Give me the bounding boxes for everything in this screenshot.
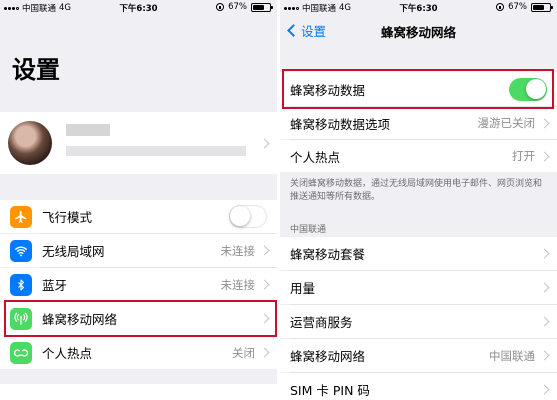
settings-row-value: 未连接	[220, 243, 256, 258]
bluetooth-icon	[10, 273, 32, 296]
rotation-lock-icon	[216, 3, 225, 11]
page-title: 设置	[12, 56, 60, 84]
airplane-mode-toggle[interactable]	[229, 205, 267, 228]
carrier-section-header: 中国联通	[290, 225, 327, 235]
status-bar: 中国联通 4G 下午6:30 67%	[0, 0, 277, 16]
cellular-icon	[10, 307, 32, 330]
chevron-right-icon	[539, 282, 550, 293]
battery-icon	[251, 2, 273, 12]
chevron-right-icon	[539, 316, 550, 327]
row-label: 蜂窝移动网络	[290, 349, 366, 364]
avatar	[8, 121, 52, 165]
chevron-right-icon	[259, 138, 270, 148]
settings-row-value: 未连接	[220, 277, 256, 292]
carrier-services-row[interactable]: 运营商服务	[280, 305, 557, 338]
sim-pin-row[interactable]: SIM 卡 PIN 码	[280, 373, 557, 400]
row-label: 运营商服务	[290, 315, 353, 330]
profile-name-blurred	[66, 124, 110, 136]
chevron-right-icon	[539, 248, 550, 259]
cellular-data-options-row[interactable]: 蜂窝移动数据选项 漫游已关闭	[280, 107, 557, 139]
navigation-bar: 设置 蜂窝移动网络	[280, 16, 557, 44]
cellular-screen: 中国联通 4G 下午6:30 67% 设置 蜂窝移动网络 蜂窝移动数据 蜂窝移动…	[280, 0, 557, 400]
chevron-right-icon	[539, 118, 550, 128]
row-label: 蜂窝移动数据选项	[290, 116, 391, 132]
chevron-right-icon	[539, 151, 550, 161]
wifi-icon	[10, 239, 32, 262]
row-label: 用量	[290, 281, 316, 296]
apple-id-profile-row[interactable]	[0, 112, 277, 174]
cellular-data-toggle[interactable]	[509, 77, 547, 101]
cellular-plan-row[interactable]: 蜂窝移动套餐	[280, 237, 557, 270]
row-label: 蜂窝移动套餐	[290, 247, 366, 262]
row-label: 蜂窝移动数据	[290, 82, 366, 98]
battery-icon	[531, 2, 553, 12]
personal-hotspot-row[interactable]: 个人热点 打开	[280, 140, 557, 172]
settings-screen: 中国联通 4G 下午6:30 67% 设置 飞行模式 无线局域网 未连接 蓝牙 …	[0, 0, 277, 400]
row-label: 个人热点	[290, 149, 341, 165]
settings-row-label: 个人热点	[42, 346, 93, 361]
airplane-icon	[10, 205, 32, 228]
row-value: 漫游已关闭	[477, 116, 536, 130]
settings-row-label: 无线局域网	[42, 244, 105, 259]
cellular-data-footnote: 关闭蜂窝移动数据，通过无线局域网使用电子邮件、网页浏览和推送通知等所有数据。	[290, 179, 543, 203]
chevron-right-icon	[259, 347, 270, 358]
row-label: SIM 卡 PIN 码	[290, 383, 370, 398]
profile-subtitle-blurred	[66, 146, 246, 156]
settings-row-airplane-mode[interactable]: 飞行模式	[0, 200, 277, 233]
settings-row-wifi[interactable]: 无线局域网 未连接	[0, 234, 277, 267]
settings-row-bluetooth[interactable]: 蓝牙 未连接	[0, 268, 277, 301]
chevron-right-icon	[259, 245, 270, 256]
settings-row-label: 蓝牙	[42, 278, 68, 293]
settings-row-label: 飞行模式	[42, 210, 93, 225]
settings-row-label: 蜂窝移动网络	[42, 312, 118, 327]
settings-row-value: 关闭	[232, 345, 255, 360]
cellular-network-row[interactable]: 蜂窝移动网络 中国联通	[280, 339, 557, 372]
hotspot-icon	[10, 341, 32, 364]
usage-row[interactable]: 用量	[280, 271, 557, 304]
chevron-right-icon	[539, 350, 550, 361]
status-bar: 中国联通 4G 下午6:30 67%	[280, 0, 557, 16]
battery-percent: 67%	[508, 2, 527, 12]
chevron-right-icon	[259, 279, 270, 290]
settings-row-personal-hotspot[interactable]: 个人热点 关闭	[0, 336, 277, 369]
nav-title: 蜂窝移动网络	[380, 25, 456, 40]
chevron-right-icon	[539, 384, 550, 395]
rotation-lock-icon	[496, 3, 505, 11]
settings-row-cellular[interactable]: 蜂窝移动网络	[0, 302, 277, 335]
row-value: 中国联通	[489, 348, 535, 363]
row-value: 打开	[512, 149, 535, 163]
battery-percent: 67%	[228, 2, 247, 12]
next-group-row	[0, 384, 277, 400]
cellular-data-row[interactable]: 蜂窝移动数据	[280, 72, 557, 106]
chevron-right-icon	[259, 313, 270, 324]
